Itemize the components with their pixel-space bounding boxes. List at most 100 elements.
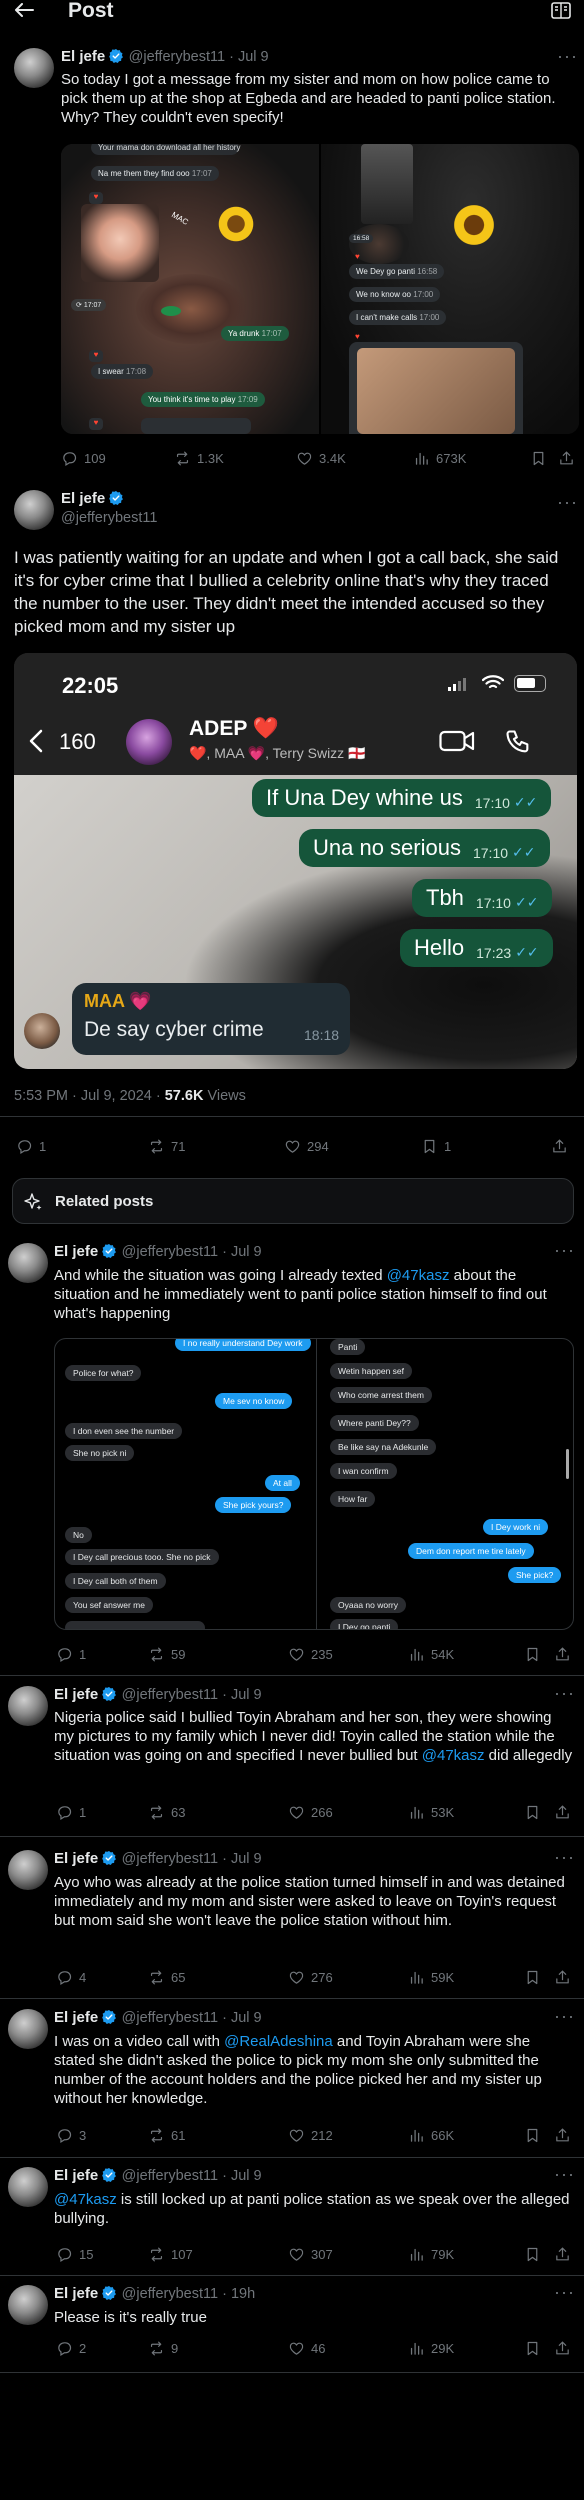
phone-call-icon[interactable] (504, 728, 532, 756)
share-button[interactable] (554, 2246, 571, 2263)
avatar[interactable] (8, 2009, 48, 2049)
author-name[interactable]: El jefe (54, 1243, 98, 1260)
avatar[interactable] (14, 490, 54, 530)
post-image-dm[interactable]: I no really understand Dey work Police f… (54, 1338, 574, 1630)
more-options-icon[interactable]: ··· (554, 1240, 575, 1261)
repost-button[interactable]: 59 (148, 1646, 185, 1663)
bookmark-button[interactable] (524, 1646, 541, 1663)
group-avatar[interactable] (126, 719, 172, 765)
repost-button[interactable]: 65 (148, 1969, 185, 1986)
views-button[interactable]: 53K (408, 1804, 454, 1821)
views-button[interactable]: 673K (413, 450, 466, 467)
author-name[interactable]: El jefe (61, 490, 105, 507)
author-name[interactable]: El jefe (54, 1686, 98, 1703)
avatar[interactable] (8, 1850, 48, 1890)
share-button[interactable] (554, 1804, 571, 1821)
reply-button[interactable]: 1 (56, 1804, 86, 1821)
share-button[interactable] (558, 450, 575, 467)
share-button[interactable] (551, 1138, 568, 1155)
views-button[interactable]: 66K (408, 2127, 454, 2144)
avatar[interactable] (8, 1686, 48, 1726)
bookmark-button[interactable] (530, 450, 547, 467)
like-button[interactable]: 3.4K (296, 450, 346, 467)
bookmark-button[interactable] (524, 1969, 541, 1986)
repost-button[interactable]: 1.3K (174, 450, 224, 467)
reader-mode-icon[interactable] (551, 2, 571, 19)
post-image-right[interactable]: 16:58 ♥ We Dey go panti 16:58 We no know… (321, 144, 579, 434)
more-options-icon[interactable]: ··· (554, 2006, 575, 2027)
reply-button[interactable]: 4 (56, 1969, 86, 1986)
post-date[interactable]: Jul 9 (231, 2010, 262, 2026)
author-handle[interactable]: @jefferybest11 (122, 1244, 218, 1260)
mention-link[interactable]: @47kasz (422, 1747, 485, 1764)
video-call-icon[interactable] (439, 729, 475, 753)
more-options-icon[interactable]: ··· (554, 2164, 575, 2185)
chat-name[interactable]: ADEP ❤️ (189, 717, 279, 741)
back-arrow-icon[interactable] (14, 3, 34, 17)
more-options-icon[interactable]: ··· (557, 492, 578, 513)
more-options-icon[interactable]: ··· (554, 2282, 575, 2303)
author-name[interactable]: El jefe (54, 1850, 98, 1867)
views-button[interactable]: 79K (408, 2246, 454, 2263)
avatar[interactable] (8, 2167, 48, 2207)
bookmark-button[interactable] (524, 2340, 541, 2357)
avatar[interactable] (8, 1243, 48, 1283)
like-button[interactable]: 46 (288, 2340, 325, 2357)
reply-button[interactable]: 2 (56, 2340, 86, 2357)
reply-button[interactable]: 3 (56, 2127, 86, 2144)
post-date[interactable]: Jul 9 (238, 49, 269, 65)
post-date[interactable]: 19h (231, 2286, 255, 2302)
more-options-icon[interactable]: ··· (554, 1683, 575, 1704)
views-button[interactable]: 59K (408, 1969, 454, 1986)
author-handle[interactable]: @jefferybest11 (61, 510, 157, 526)
post-date[interactable]: Jul 9 (231, 1851, 262, 1867)
avatar[interactable] (8, 2285, 48, 2325)
repost-button[interactable]: 63 (148, 1804, 185, 1821)
more-options-icon[interactable]: ··· (554, 1847, 575, 1868)
post-date[interactable]: Jul 9 (231, 2168, 262, 2184)
related-posts-banner[interactable]: Related posts (12, 1178, 574, 1224)
bookmark-button[interactable]: 1 (421, 1138, 451, 1155)
author-handle[interactable]: @jefferybest11 (122, 1851, 218, 1867)
share-button[interactable] (554, 2340, 571, 2357)
reply-button[interactable]: 1 (56, 1646, 86, 1663)
reply-button[interactable]: 109 (61, 450, 106, 467)
mention-link[interactable]: @47kasz (54, 2191, 117, 2208)
mention-link[interactable]: @47kasz (387, 1267, 450, 1284)
reply-button[interactable]: 1 (16, 1138, 46, 1155)
like-button[interactable]: 307 (288, 2246, 333, 2263)
bookmark-button[interactable] (524, 1804, 541, 1821)
share-button[interactable] (554, 2127, 571, 2144)
author-handle[interactable]: @jefferybest11 (122, 1687, 218, 1703)
like-button[interactable]: 266 (288, 1804, 333, 1821)
author-handle[interactable]: @jefferybest11 (122, 2286, 218, 2302)
author-name[interactable]: El jefe (54, 2167, 98, 2184)
author-name[interactable]: El jefe (54, 2009, 98, 2026)
bookmark-button[interactable] (524, 2246, 541, 2263)
author-name[interactable]: El jefe (54, 2285, 98, 2302)
author-handle[interactable]: @jefferybest11 (122, 2010, 218, 2026)
post-date[interactable]: Jul 9 (231, 1687, 262, 1703)
more-options-icon[interactable]: ··· (557, 46, 578, 67)
views-button[interactable]: 29K (408, 2340, 454, 2357)
repost-button[interactable]: 61 (148, 2127, 185, 2144)
repost-button[interactable]: 71 (148, 1138, 185, 1155)
like-button[interactable]: 294 (284, 1138, 329, 1155)
bookmark-button[interactable] (524, 2127, 541, 2144)
author-name[interactable]: El jefe (61, 48, 105, 65)
repost-button[interactable]: 9 (148, 2340, 178, 2357)
share-button[interactable] (554, 1969, 571, 1986)
post-image-left[interactable]: Your mama don download all her history N… (61, 144, 319, 434)
mention-link[interactable]: @RealAdeshina (224, 2033, 333, 2050)
like-button[interactable]: 276 (288, 1969, 333, 1986)
post-date[interactable]: Jul 9 (231, 1244, 262, 1260)
avatar[interactable] (14, 48, 54, 88)
views-button[interactable]: 54K (408, 1646, 454, 1663)
repost-button[interactable]: 107 (148, 2246, 193, 2263)
like-button[interactable]: 212 (288, 2127, 333, 2144)
post-image-chat[interactable]: 22:05 160 ADEP ❤️ ❤️, MAA 💗, Terry Swizz… (14, 653, 577, 1069)
author-handle[interactable]: @jefferybest11 (129, 49, 225, 65)
scrollbar[interactable] (566, 1449, 569, 1479)
like-button[interactable]: 235 (288, 1646, 333, 1663)
reply-button[interactable]: 15 (56, 2246, 93, 2263)
